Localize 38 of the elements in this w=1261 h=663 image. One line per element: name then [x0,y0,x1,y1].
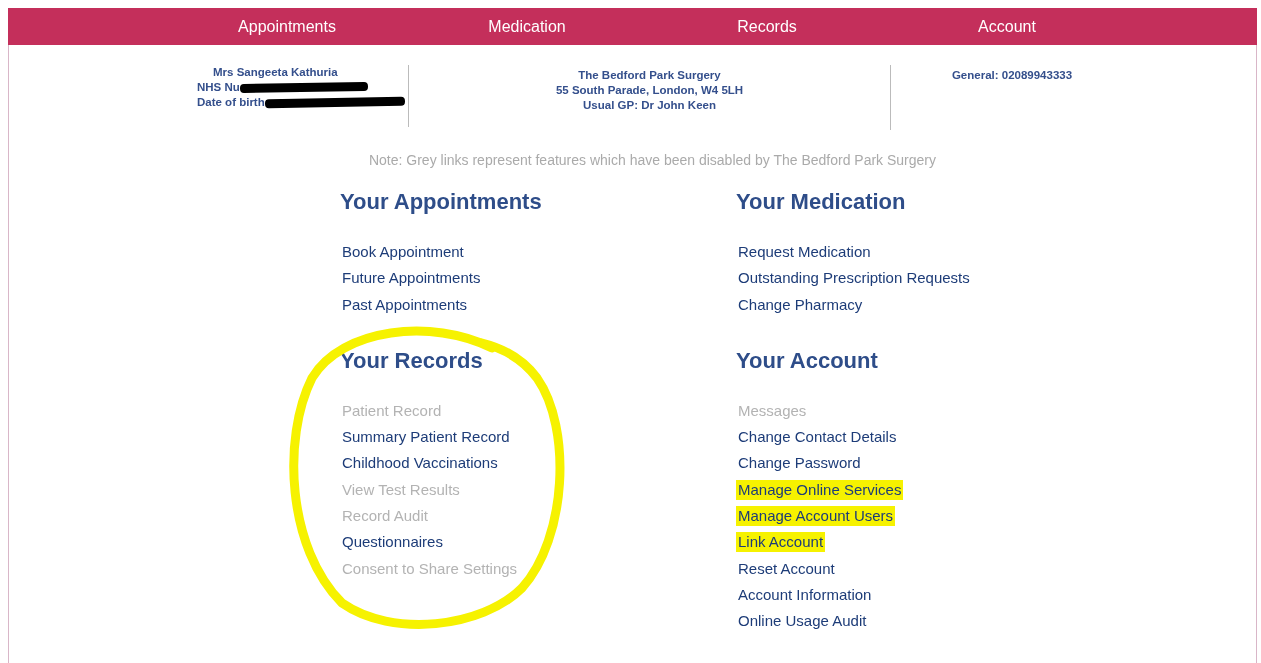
menu-link[interactable]: Change Password [736,453,863,474]
menu-link[interactable]: Account Information [736,584,874,605]
menu-link[interactable]: Online Usage Audit [736,611,869,632]
menu-link[interactable]: Past Appointments [340,294,470,315]
section-heading: Your Appointments [340,189,543,215]
menu-link[interactable]: Change Pharmacy [736,294,865,315]
menu-link[interactable]: Manage Online Services [736,479,904,500]
patient-detail: Date of birth [197,95,265,110]
practice-detail: The Bedford Park Surgery [578,68,721,83]
contact-phone: General: 02089943333 [951,68,1073,83]
menu-link[interactable]: Outstanding Prescription Requests [736,268,972,289]
nav-link[interactable]: Appointments [167,8,407,45]
menu-link: Consent to Share Settings [341,558,519,579]
section-heading: Your Medication [736,189,907,215]
section-heading: Your Records [340,347,484,374]
menu-link: Patient Record [341,400,443,421]
disabled-links-note: Note: Grey links represent features which have been disabled by The Bedford Park Surgery [367,152,938,168]
menu-link: Record Audit [341,506,429,527]
practice-detail: 55 South Parade, London, W4 5LH [555,83,744,98]
practice-detail: Usual GP: Dr John Keen [583,98,716,113]
menu-link[interactable]: Request Medication [736,242,873,262]
menu-link[interactable]: Questionnaires [340,532,445,553]
menu-link: View Test Results [341,479,461,500]
nav-link[interactable]: Medication [407,8,647,45]
menu-link[interactable]: Childhood Vaccinations [340,453,500,474]
nav-link[interactable]: Records [647,8,887,45]
menu-link[interactable]: Change Contact Details [736,427,899,448]
patient-detail: NHS Nu [197,80,240,95]
section-heading: Your Account [736,347,879,374]
menu-link[interactable]: Summary Patient Record [340,427,512,448]
nav-link[interactable]: Account [887,8,1127,45]
menu-link[interactable]: Book Appointment [340,242,466,262]
menu-link[interactable]: Future Appointments [340,268,483,289]
menu-link[interactable]: Reset Account [736,558,837,579]
menu-link: Messages [737,400,808,421]
menu-link[interactable]: Link Account [736,532,826,553]
menu-link[interactable]: Manage Account Users [736,506,896,527]
patient-detail: Mrs Sangeeta Kathuria [213,65,338,80]
